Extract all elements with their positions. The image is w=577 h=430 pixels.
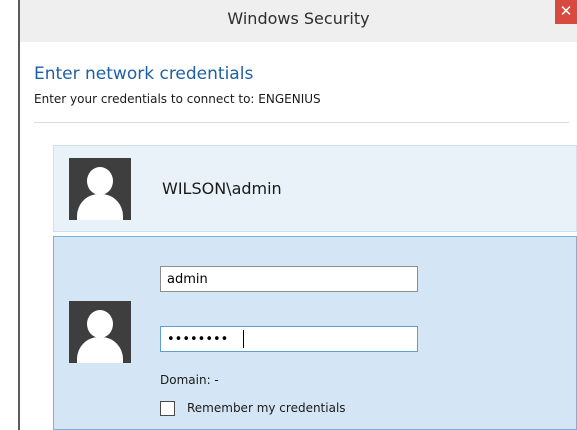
username-input[interactable] — [160, 266, 418, 292]
dialog-subheading: Enter your credentials to connect to: EN… — [34, 92, 321, 106]
avatar-head — [87, 310, 113, 338]
divider — [34, 122, 569, 123]
remember-credentials-label[interactable]: Remember my credentials — [187, 401, 346, 415]
new-credential-tile[interactable]: Domain: - Remember my credentials — [53, 236, 577, 430]
avatar-head — [87, 167, 113, 195]
close-button[interactable]: ✕ — [555, 0, 577, 24]
title-bar[interactable]: Windows Security ✕ — [20, 0, 577, 42]
windows-security-dialog: Windows Security ✕ Enter network credent… — [0, 0, 577, 430]
account-name: WILSON\admin — [162, 179, 282, 198]
password-input[interactable] — [160, 326, 418, 352]
user-avatar-icon — [69, 158, 131, 220]
text-caret — [243, 330, 244, 348]
close-icon: ✕ — [559, 2, 573, 20]
dialog-content: Enter network credentials Enter your cre… — [20, 42, 577, 430]
window-title: Windows Security — [227, 9, 370, 28]
user-avatar-icon — [69, 301, 131, 363]
background-strip — [0, 0, 18, 430]
domain-label: Domain: - — [160, 373, 219, 387]
avatar-body — [77, 337, 123, 363]
dialog-frame: Windows Security ✕ Enter network credent… — [18, 0, 577, 430]
avatar-body — [77, 194, 123, 220]
remember-credentials-checkbox[interactable] — [160, 401, 175, 416]
dialog-heading: Enter network credentials — [34, 64, 254, 84]
saved-credential-tile[interactable]: WILSON\admin — [53, 145, 577, 232]
